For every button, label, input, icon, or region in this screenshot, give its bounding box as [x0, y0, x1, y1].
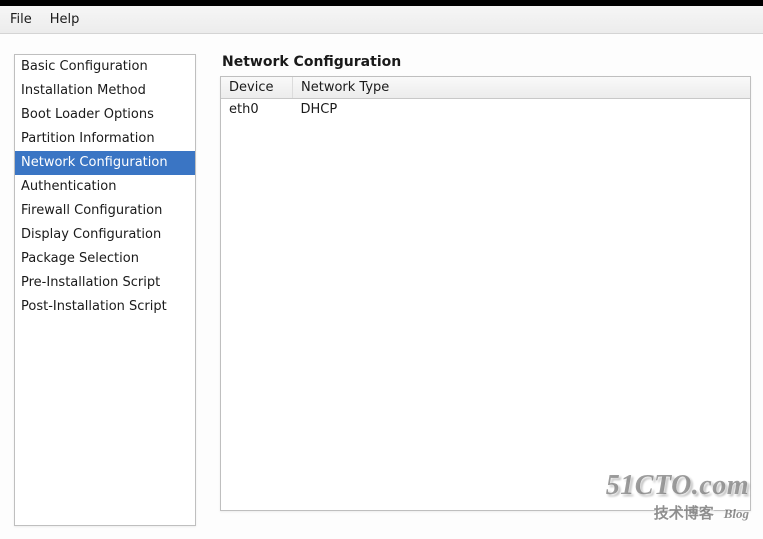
sidebar-item-post-installation-script[interactable]: Post-Installation Script: [15, 295, 195, 319]
sidebar-item-partition-information[interactable]: Partition Information: [15, 127, 195, 151]
column-header-device[interactable]: Device: [221, 77, 293, 99]
sidebar-item-installation-method[interactable]: Installation Method: [15, 79, 195, 103]
panel-heading: Network Configuration: [220, 54, 751, 70]
menu-help[interactable]: Help: [46, 10, 84, 29]
sidebar-item-firewall-configuration[interactable]: Firewall Configuration: [15, 199, 195, 223]
menu-file[interactable]: File: [6, 10, 36, 29]
network-table: Device Network Type eth0 DHCP: [220, 76, 751, 511]
sidebar-item-display-configuration[interactable]: Display Configuration: [15, 223, 195, 247]
table-row[interactable]: eth0 DHCP: [221, 99, 750, 121]
sidebar: Basic Configuration Installation Method …: [14, 54, 196, 526]
main-panel: Network Configuration Device Network Typ…: [220, 54, 751, 526]
menubar: File Help: [0, 6, 763, 34]
sidebar-item-package-selection[interactable]: Package Selection: [15, 247, 195, 271]
sidebar-item-boot-loader-options[interactable]: Boot Loader Options: [15, 103, 195, 127]
sidebar-item-authentication[interactable]: Authentication: [15, 175, 195, 199]
sidebar-item-pre-installation-script[interactable]: Pre-Installation Script: [15, 271, 195, 295]
column-header-network-type[interactable]: Network Type: [293, 77, 751, 99]
content-area: Basic Configuration Installation Method …: [0, 34, 763, 539]
cell-device: eth0: [221, 99, 293, 121]
cell-network-type: DHCP: [293, 99, 751, 121]
sidebar-item-basic-configuration[interactable]: Basic Configuration: [15, 55, 195, 79]
sidebar-item-network-configuration[interactable]: Network Configuration: [15, 151, 195, 175]
table-header-row: Device Network Type: [221, 77, 750, 99]
